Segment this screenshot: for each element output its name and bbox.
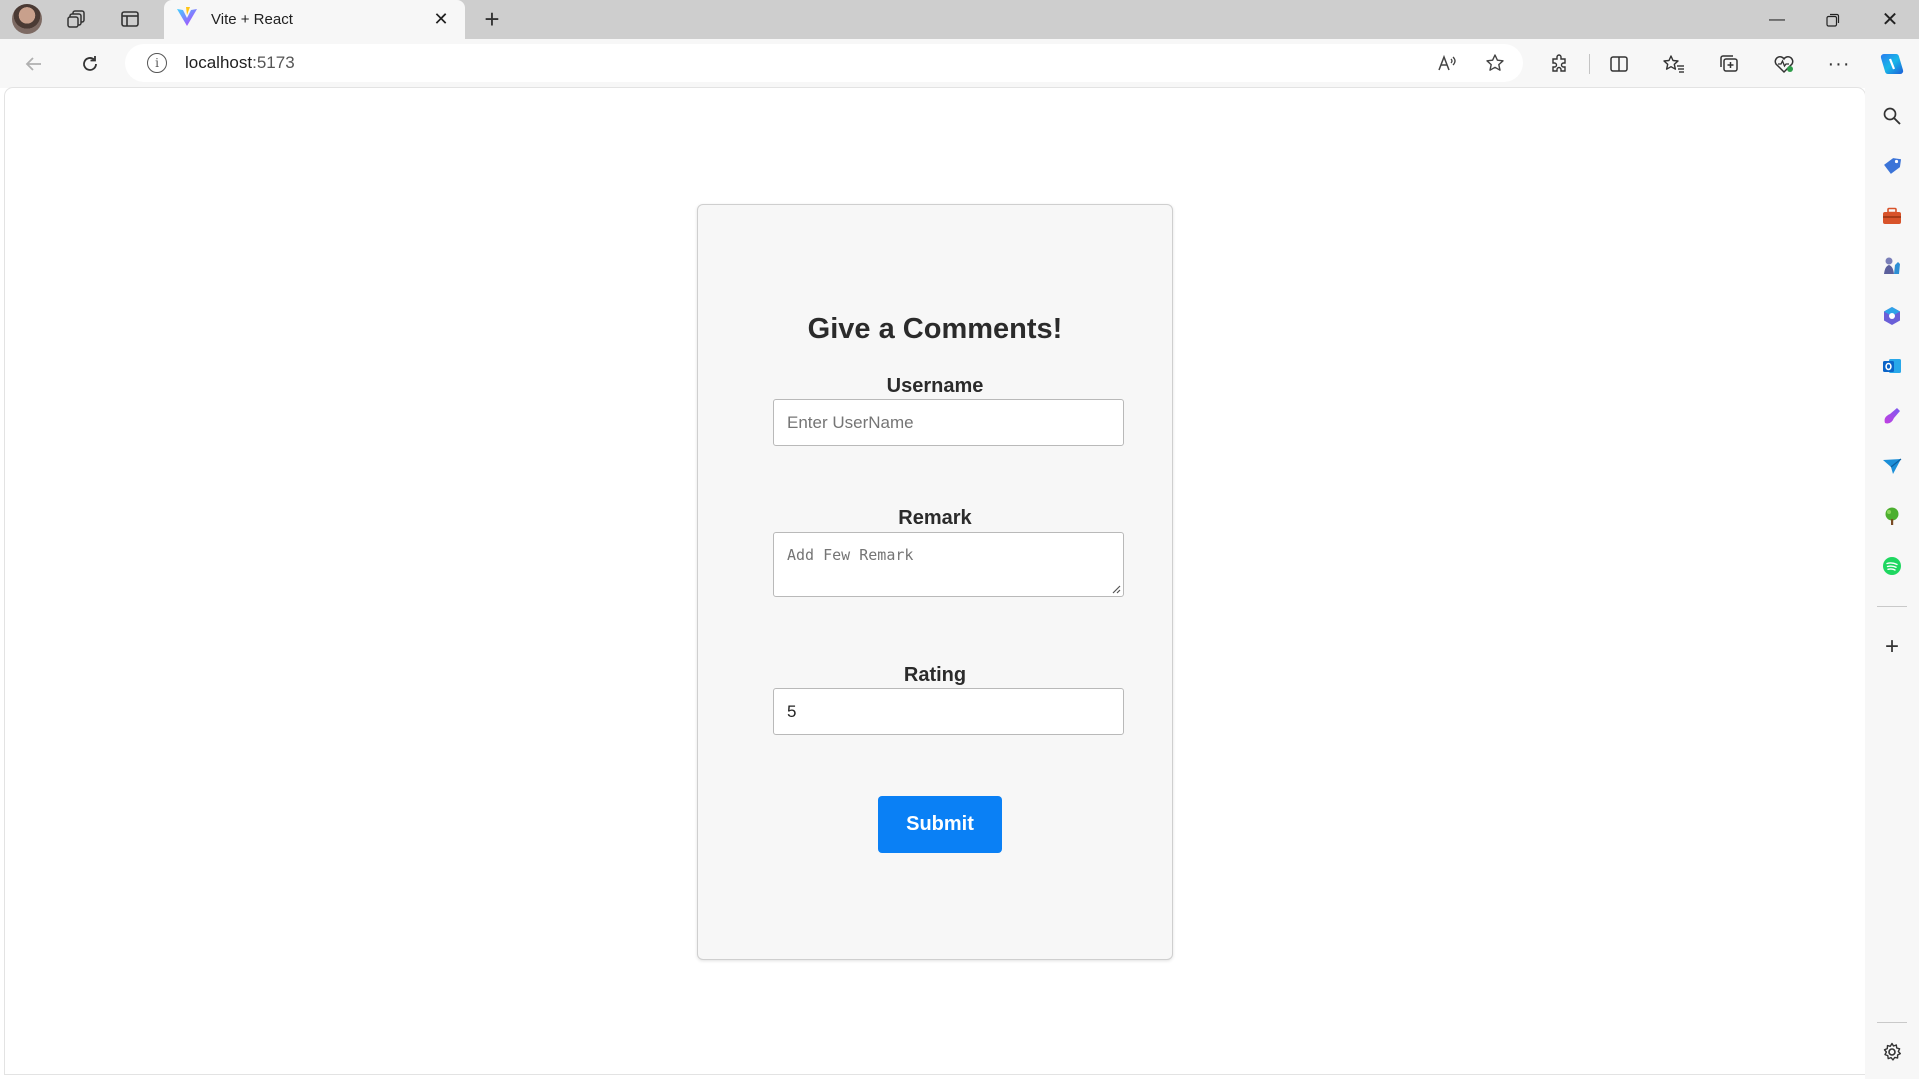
address-bar[interactable]: i localhost:5173 (125, 44, 1523, 82)
outlook-icon[interactable] (1878, 352, 1906, 380)
close-window-icon[interactable]: ✕ (1862, 0, 1918, 39)
resize-grip-icon[interactable] (1111, 584, 1121, 594)
minimize-icon[interactable]: — (1749, 0, 1805, 39)
split-screen-icon[interactable] (1603, 48, 1635, 80)
remark-placeholder: Add Few Remark (787, 546, 914, 564)
tab-close-icon[interactable]: ✕ (429, 8, 453, 32)
favorite-star-icon[interactable] (1479, 47, 1511, 79)
form-heading: Give a Comments! (807, 313, 1063, 345)
more-options-icon[interactable]: ··· (1823, 48, 1855, 80)
extensions-icon[interactable] (1543, 48, 1575, 80)
copilot-icon[interactable] (1876, 48, 1908, 80)
address-url: localhost:5173 (185, 53, 295, 73)
shopping-tag-icon[interactable] (1878, 152, 1906, 180)
favorites-icon[interactable] (1658, 48, 1690, 80)
back-icon[interactable] (18, 48, 50, 80)
url-host: localhost (185, 53, 253, 72)
games-chess-icon[interactable] (1878, 252, 1906, 280)
browser-essentials-icon[interactable] (1768, 48, 1800, 80)
microsoft-365-icon[interactable] (1878, 302, 1906, 330)
rating-value: 5 (787, 701, 797, 721)
tab-strip: Vite + React ✕ + — ✕ (0, 0, 1919, 39)
site-info-icon[interactable]: i (147, 53, 167, 73)
rating-input[interactable]: 5 (773, 688, 1124, 735)
add-sidebar-app-icon[interactable]: + (1878, 633, 1906, 661)
remark-textarea[interactable]: Add Few Remark (773, 532, 1124, 597)
new-tab-icon[interactable]: + (477, 4, 507, 34)
restore-icon[interactable] (1805, 0, 1861, 39)
spotify-icon[interactable] (1878, 552, 1906, 580)
navigation-toolbar: i localhost:5173 ··· (0, 39, 1919, 88)
username-label: Username (886, 375, 984, 397)
page-viewport: Give a Comments! Username Enter UserName… (5, 88, 1865, 1074)
url-port: :5173 (252, 53, 295, 72)
vite-logo-icon (176, 6, 198, 33)
comment-form-card: Give a Comments! Username Enter UserName… (697, 204, 1173, 960)
tree-icon[interactable] (1878, 502, 1906, 530)
username-placeholder: Enter UserName (787, 412, 914, 432)
profile-avatar[interactable] (12, 4, 42, 34)
sidebar-settings-gear-icon[interactable] (1878, 1038, 1906, 1066)
submit-button[interactable]: Submit (878, 796, 1002, 853)
rating-label: Rating (903, 664, 967, 686)
username-input[interactable]: Enter UserName (773, 399, 1124, 446)
workspaces-icon[interactable] (62, 4, 92, 34)
refresh-icon[interactable] (74, 48, 106, 80)
collections-icon[interactable] (1713, 48, 1745, 80)
designer-icon[interactable] (1878, 402, 1906, 430)
tab-title: Vite + React (211, 11, 293, 28)
edge-sidebar: + (1865, 88, 1919, 1079)
remark-label: Remark (898, 507, 972, 529)
tools-briefcase-icon[interactable] (1878, 202, 1906, 230)
send-arrow-icon[interactable] (1878, 452, 1906, 480)
vertical-tabs-icon[interactable] (115, 4, 145, 34)
read-aloud-icon[interactable] (1431, 47, 1463, 79)
search-icon[interactable] (1878, 102, 1906, 130)
tab-vite-react[interactable]: Vite + React ✕ (164, 0, 465, 39)
